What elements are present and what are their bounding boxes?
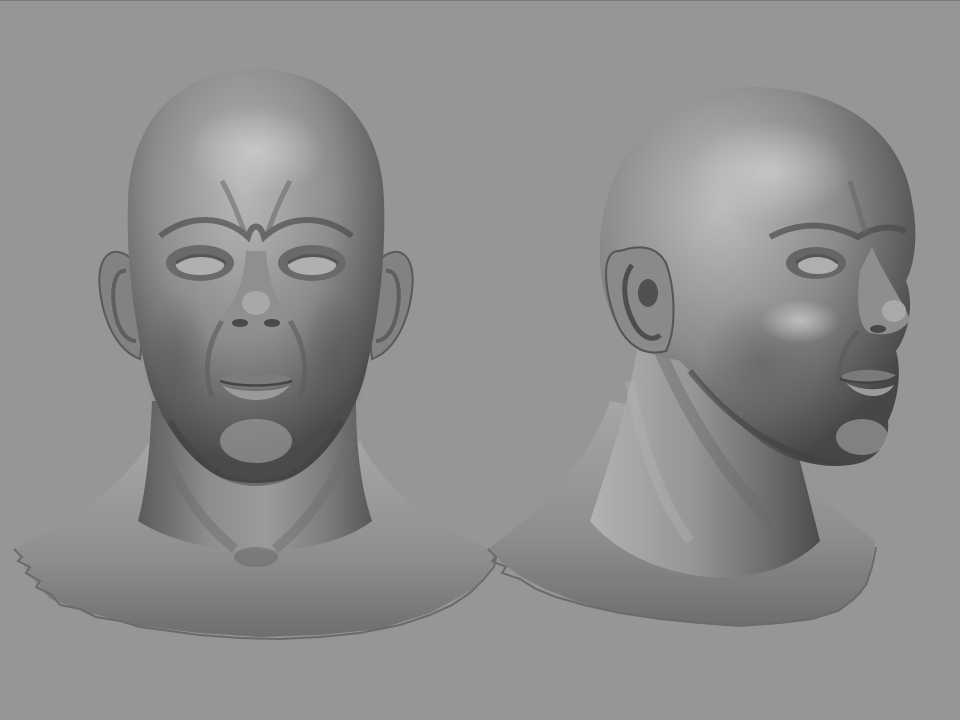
side-forehead-highlight: [690, 121, 850, 221]
side-cheekbone-highlight: [760, 299, 840, 343]
front-right-nostril: [264, 319, 280, 327]
front-jugular-notch: [234, 547, 278, 567]
front-nose-tip-highlight: [242, 291, 270, 315]
side-chin: [836, 419, 888, 455]
side-ear-canal: [638, 279, 658, 307]
side-nose-tip-highlight: [882, 300, 906, 322]
front-right-cheek-shadow: [300, 291, 368, 431]
front-left-cheek-shadow: [144, 291, 212, 431]
front-forehead-highlight: [186, 106, 326, 196]
head-sculpt-front-view: [13, 69, 498, 641]
front-left-nostril: [232, 319, 248, 327]
sculpt-render-canvas: [13, 69, 916, 641]
front-chin: [220, 419, 292, 463]
sculpt-viewport: [0, 0, 960, 720]
side-nostril: [870, 325, 886, 333]
head-sculpt-three-quarter-view: [487, 87, 916, 628]
